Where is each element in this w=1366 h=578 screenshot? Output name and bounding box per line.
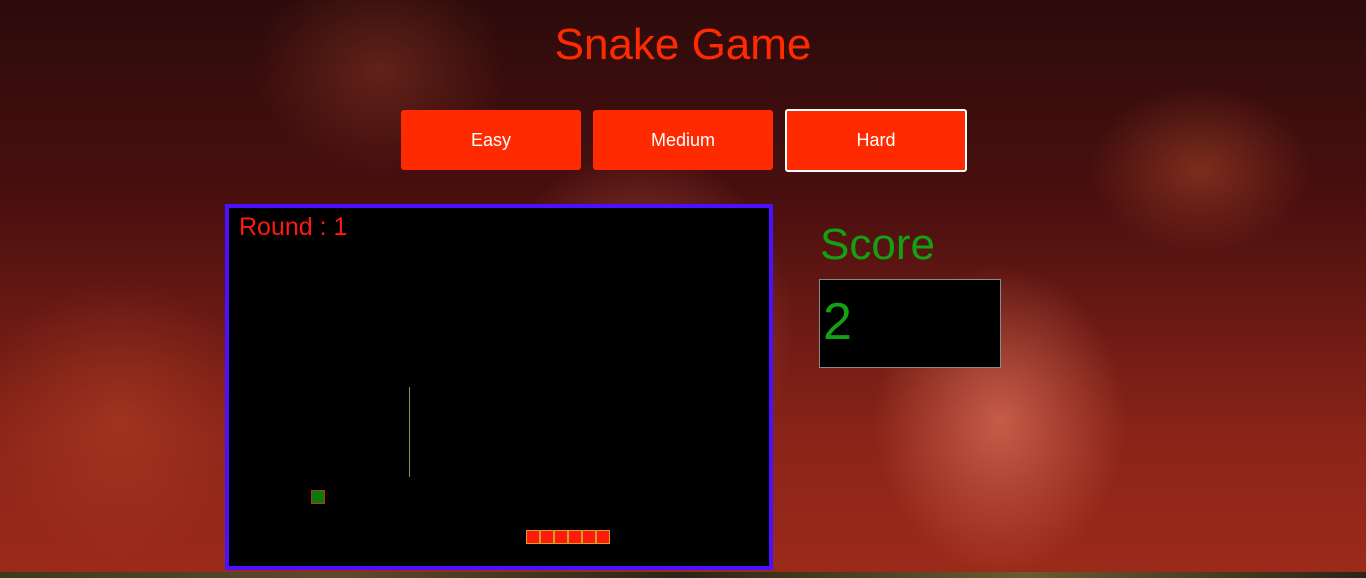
snake-segment [596, 530, 610, 544]
round-label: Round : 1 [239, 213, 348, 241]
snake-segment [568, 530, 582, 544]
snake-segment [540, 530, 554, 544]
snake [526, 530, 610, 544]
easy-button[interactable]: Easy [401, 110, 581, 170]
score-display: 2 [819, 279, 1001, 368]
food-pellet [311, 490, 325, 504]
snake-segment [554, 530, 568, 544]
background-bottom-strip [0, 572, 1366, 578]
hard-button[interactable]: Hard [785, 109, 967, 172]
score-value: 2 [823, 293, 852, 351]
obstacle-line [409, 387, 410, 477]
medium-button[interactable]: Medium [593, 110, 773, 170]
snake-segment [582, 530, 596, 544]
snake-segment [526, 530, 540, 544]
page-title: Snake Game [554, 20, 812, 69]
game-board[interactable]: Round : 1 [225, 204, 773, 570]
score-label: Score [820, 220, 935, 269]
